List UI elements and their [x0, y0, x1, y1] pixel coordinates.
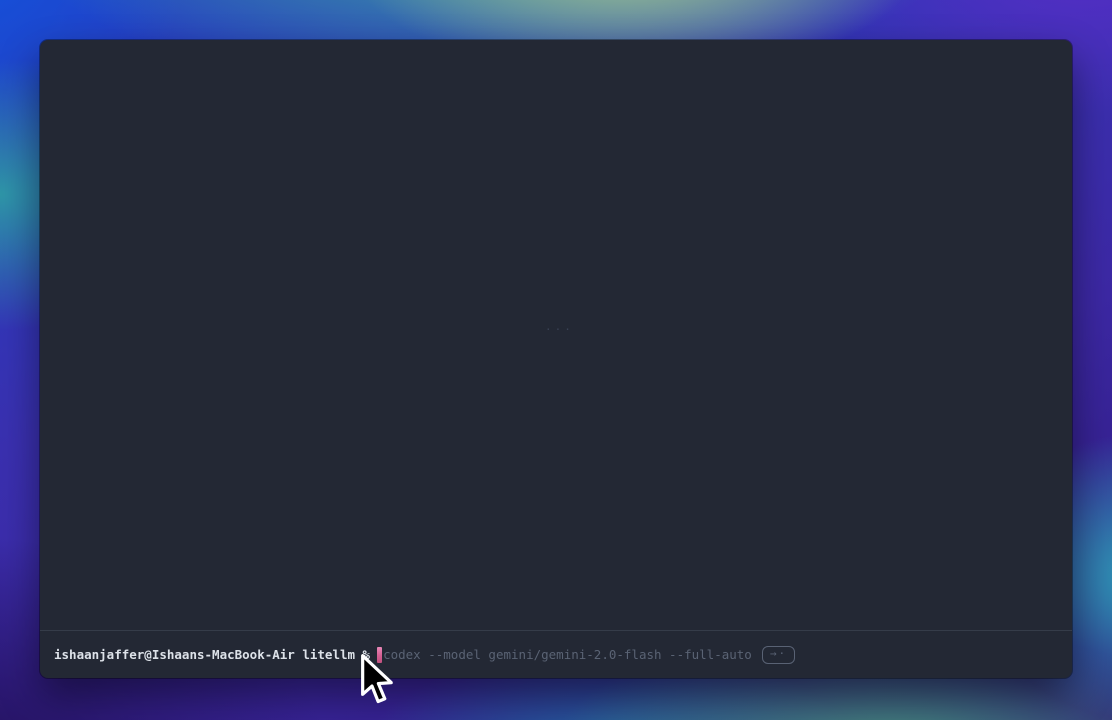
text-cursor — [377, 647, 382, 663]
shell-prompt-text: ishaanjaffer@Ishaans-MacBook-Air litellm… — [54, 647, 370, 662]
terminal-output-area[interactable]: ··· — [40, 40, 1072, 630]
right-arrow-key-icon: →· — [762, 646, 795, 664]
command-prompt-bar[interactable]: ishaanjaffer@Ishaans-MacBook-Air litellm… — [40, 631, 1072, 678]
autosuggestion-text: codex --model gemini/gemini-2.0-flash --… — [383, 647, 752, 662]
terminal-window[interactable]: ··· ishaanjaffer@Ishaans-MacBook-Air lit… — [40, 40, 1072, 678]
desktop-wallpaper: ··· ishaanjaffer@Ishaans-MacBook-Air lit… — [0, 0, 1112, 720]
faint-ellipsis-text: ··· — [545, 323, 574, 336]
